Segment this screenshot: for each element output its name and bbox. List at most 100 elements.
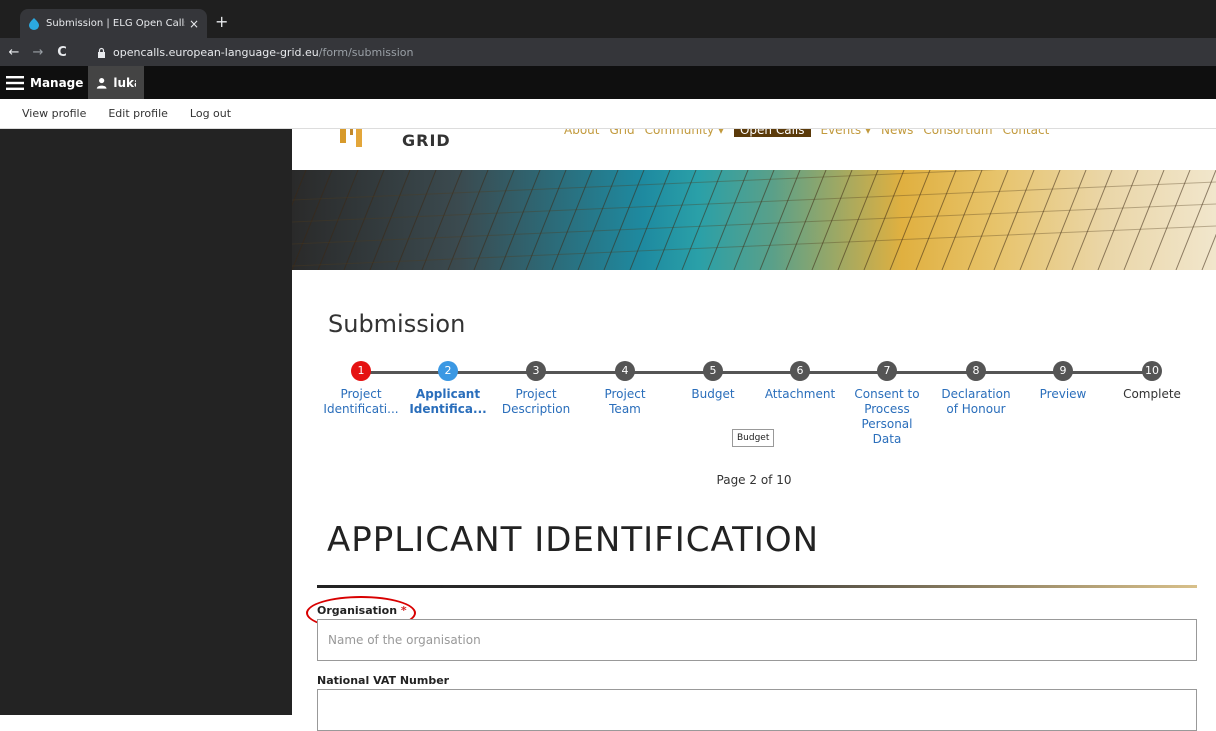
user-label: lukas xyxy=(113,75,136,90)
banner-stripe xyxy=(1019,170,1061,270)
step-declaration[interactable]: 8 Declaration of Honour xyxy=(936,361,1016,417)
step-applicant-identification[interactable]: 2 Applicant Identifica... xyxy=(408,361,488,417)
step-label: Complete xyxy=(1123,387,1181,401)
nav-contact[interactable]: Contact xyxy=(1003,129,1050,137)
wizard-progress: 1 Project Identificati... 2 Applicant Iden… xyxy=(312,361,1192,461)
admin-toolbar: Manage lukas xyxy=(0,66,1216,99)
banner-stripe xyxy=(1201,233,1216,270)
reload-button[interactable]: C xyxy=(52,45,72,60)
step-project-team[interactable]: 4 Project Team xyxy=(585,361,665,417)
step-project-identification[interactable]: 1 Project Identificati... xyxy=(321,361,401,417)
banner-stripe xyxy=(785,170,827,270)
nav-about[interactable]: About xyxy=(564,129,599,137)
banner-stripe xyxy=(967,170,1009,270)
banner-stripe xyxy=(577,170,619,270)
back-button[interactable]: ← xyxy=(4,45,24,60)
step-label: Declaration of Honour xyxy=(941,387,1011,416)
step-label: Budget xyxy=(691,387,735,401)
banner-stripe xyxy=(655,170,697,270)
manage-button[interactable]: Manage xyxy=(0,66,88,99)
banner-stripe xyxy=(395,170,437,270)
log-out-link[interactable]: Log out xyxy=(190,107,231,120)
vat-number-input[interactable] xyxy=(317,689,1197,731)
step-number: 1 xyxy=(351,361,371,381)
menu-icon xyxy=(6,75,24,90)
forward-button[interactable]: → xyxy=(28,45,48,60)
browser-tabbar: Submission | ELG Open Calls Platf × + xyxy=(0,0,1216,38)
banner-stripe xyxy=(863,170,905,270)
step-number: 5 xyxy=(703,361,723,381)
budget-tooltip: Budget xyxy=(732,429,775,447)
nav-news[interactable]: News xyxy=(881,129,913,137)
step-number: 4 xyxy=(615,361,635,381)
view-profile-link[interactable]: View profile xyxy=(22,107,86,120)
page-background-left xyxy=(0,129,292,715)
step-project-description[interactable]: 3 Project Description xyxy=(496,361,576,417)
main-content: Submission 1 Project Identificati... 2 Ap… xyxy=(292,270,1216,731)
page-count: Page 2 of 10 xyxy=(292,473,1216,487)
step-number: 9 xyxy=(1053,361,1073,381)
step-label: Applicant Identifica... xyxy=(409,387,487,416)
tab-title: Submission | ELG Open Calls Platf xyxy=(46,18,185,29)
nav-open-calls[interactable]: Open Calls xyxy=(733,129,811,137)
nav-consortium[interactable]: Consortium xyxy=(923,129,992,137)
browser-address-bar: ← → C opencalls.european-language-grid.e… xyxy=(0,38,1216,66)
step-number: 2 xyxy=(438,361,458,381)
organisation-input[interactable]: Name of the organisation xyxy=(317,619,1197,661)
step-complete: 10 Complete xyxy=(1112,361,1192,402)
tab-close-icon[interactable]: × xyxy=(189,17,199,31)
user-tray: View profile Edit profile Log out xyxy=(0,99,1216,129)
banner-stripe xyxy=(889,170,931,270)
main-navigation: About Grid Community ▾ Open Calls Events… xyxy=(564,129,1049,137)
banner-stripe xyxy=(292,170,307,207)
banner-stripe xyxy=(993,170,1035,270)
banner-stripe xyxy=(421,170,463,270)
banner-lines xyxy=(292,170,1216,270)
nav-community[interactable]: Community ▾ xyxy=(645,129,724,137)
logo-text: GRID xyxy=(402,131,451,150)
organisation-placeholder: Name of the organisation xyxy=(328,633,481,647)
step-budget[interactable]: 5 Budget xyxy=(673,361,753,402)
step-number: 7 xyxy=(877,361,897,381)
banner-stripe xyxy=(915,170,957,270)
hero-banner xyxy=(292,170,1216,270)
user-icon xyxy=(96,77,107,89)
url-host: opencalls.european-language-grid.eu xyxy=(113,45,319,59)
browser-tab[interactable]: Submission | ELG Open Calls Platf × xyxy=(20,9,207,38)
banner-stripe xyxy=(369,170,411,270)
step-preview[interactable]: 9 Preview xyxy=(1023,361,1103,402)
new-tab-button[interactable]: + xyxy=(215,14,228,30)
section-title: APPLICANT IDENTIFICATION xyxy=(327,520,820,560)
drupal-favicon-icon xyxy=(29,17,39,30)
user-button[interactable]: lukas xyxy=(88,66,144,99)
banner-stripe xyxy=(343,170,385,270)
step-consent[interactable]: 7 Consent to Process Personal Data xyxy=(847,361,927,447)
step-attachment[interactable]: 6 Attachment xyxy=(760,361,840,402)
step-number: 10 xyxy=(1142,361,1162,381)
banner-stripe xyxy=(551,170,593,270)
lock-icon xyxy=(98,47,105,58)
manage-label: Manage xyxy=(30,75,84,90)
nav-grid[interactable]: Grid xyxy=(609,129,634,137)
step-label: Consent to Process Personal Data xyxy=(854,387,920,446)
banner-stripe xyxy=(1175,170,1216,270)
step-number: 6 xyxy=(790,361,810,381)
url-input[interactable]: opencalls.european-language-grid.eu/form… xyxy=(96,42,1208,62)
banner-stripe xyxy=(292,170,997,201)
step-label: Project Description xyxy=(501,387,571,416)
step-number: 8 xyxy=(966,361,986,381)
banner-stripe xyxy=(447,170,489,270)
banner-stripe xyxy=(707,170,749,270)
banner-stripe xyxy=(473,170,515,270)
page-title: Submission xyxy=(328,310,466,338)
edit-profile-link[interactable]: Edit profile xyxy=(108,107,168,120)
page-count-text: Page 2 of 10 xyxy=(716,473,792,487)
nav-events[interactable]: Events ▾ xyxy=(821,129,871,137)
step-label: Project Team xyxy=(604,387,646,416)
banner-stripe xyxy=(733,170,775,270)
banner-stripe xyxy=(1071,170,1113,270)
banner-stripe xyxy=(1045,170,1087,270)
banner-stripe xyxy=(681,170,723,270)
banner-stripe xyxy=(292,170,333,270)
banner-stripe xyxy=(499,170,541,270)
